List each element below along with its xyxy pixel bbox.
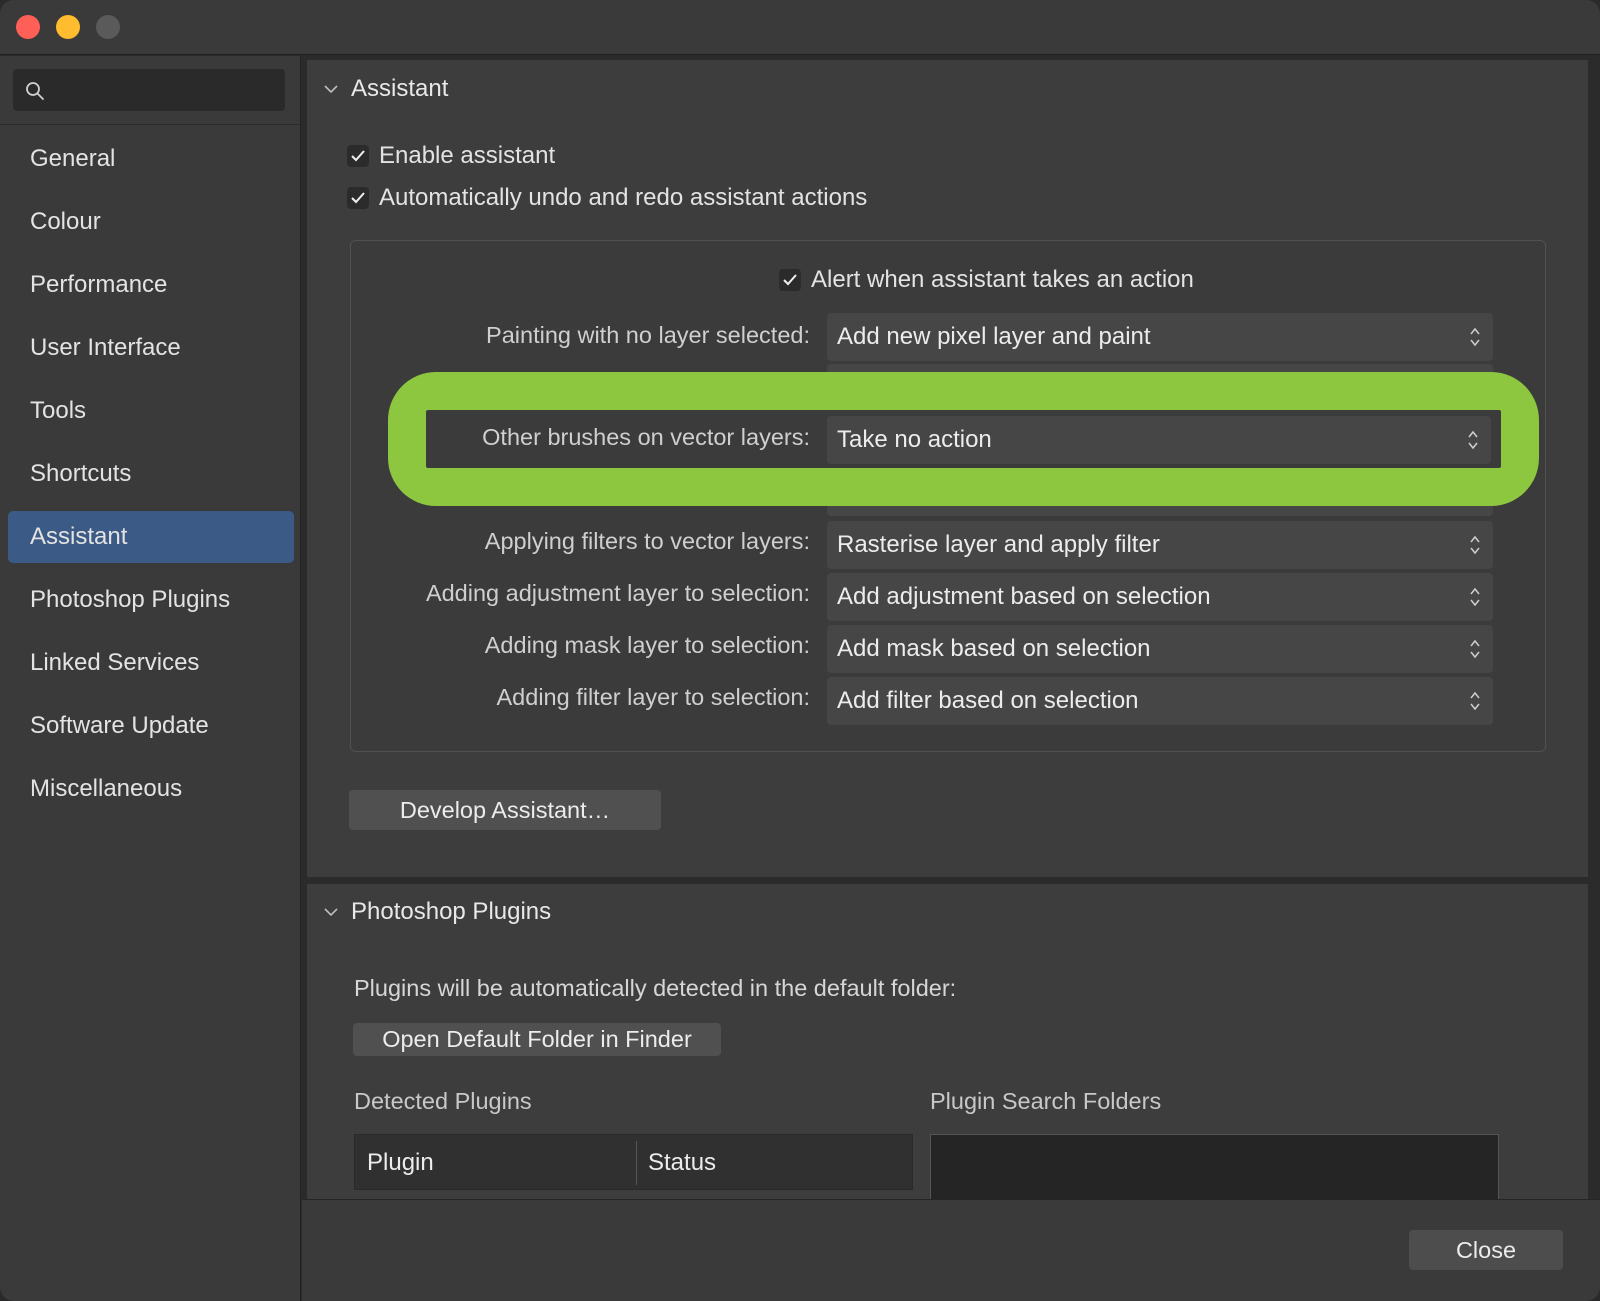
checkbox-label: Automatically undo and redo assistant ac… (379, 184, 868, 211)
column-divider (636, 1141, 637, 1185)
row-label: Adding filter layer to selection: (496, 684, 811, 710)
dropdown-value: Add filter based on selection (837, 687, 1139, 714)
row-label: Applying filters to vector layers: (484, 528, 810, 554)
row-label: Painting with no layer selected: (486, 322, 810, 348)
row-painting-no-layer: Painting with no layer selected: (0, 320, 810, 360)
updown-arrows-icon (1470, 639, 1480, 659)
other-brushes-dropdown[interactable]: Take no action (827, 416, 1491, 464)
open-default-folder-button[interactable]: Open Default Folder in Finder (353, 1023, 721, 1056)
enable-assistant-checkbox[interactable] (347, 145, 369, 167)
chevron-down-icon (324, 85, 338, 94)
alert-action-checkbox[interactable] (779, 269, 801, 291)
row-filters-vector: Applying filters to vector layers: (0, 526, 810, 566)
updown-arrows-icon (1468, 430, 1478, 450)
plugins-section-header[interactable]: Photoshop Plugins (321, 898, 551, 926)
checkmark-icon (783, 274, 797, 286)
checkbox-label: Alert when assistant takes an action (811, 266, 1194, 293)
updown-arrows-icon (1470, 327, 1480, 347)
plugins-description: Plugins will be automatically detected i… (354, 975, 957, 1001)
dropdown-value: Add adjustment based on selection (837, 583, 1211, 610)
plugin-search-folders-label: Plugin Search Folders (930, 1088, 1162, 1114)
row-other-brushes: Other brushes on vector layers: (0, 422, 810, 462)
checkbox-label: Enable assistant (379, 142, 556, 169)
filter-selection-dropdown[interactable]: Add filter based on selection (827, 677, 1493, 725)
checkmark-icon (351, 192, 365, 204)
row-filter-selection: Adding filter layer to selection: (0, 682, 811, 722)
sidebar-item-general[interactable]: General (8, 133, 294, 185)
enable-assistant-row[interactable]: Enable assistant (347, 142, 555, 170)
sidebar: General Colour Performance User Interfac… (0, 56, 301, 1301)
auto-undo-redo-checkbox[interactable] (347, 187, 369, 209)
updown-arrows-icon (1470, 691, 1480, 711)
search-icon (26, 82, 44, 100)
alert-action-row[interactable]: Alert when assistant takes an action (779, 266, 1194, 294)
row-adjustment-selection: Adding adjustment layer to selection: (0, 578, 810, 618)
painting-no-layer-dropdown[interactable]: Add new pixel layer and paint (827, 313, 1493, 361)
chevron-down-icon (324, 908, 338, 917)
minimize-window-button[interactable] (56, 15, 80, 39)
sidebar-item-performance[interactable]: Performance (8, 259, 294, 311)
sidebar-item-miscellaneous[interactable]: Miscellaneous (8, 763, 294, 815)
dropdown-value: Rasterise layer and apply filter (837, 531, 1160, 558)
dropdown-value: Add new pixel layer and paint (837, 323, 1151, 350)
sidebar-item-colour[interactable]: Colour (8, 196, 294, 248)
section-title: Photoshop Plugins (351, 898, 552, 925)
assistant-section-header[interactable]: Assistant (321, 75, 448, 103)
preferences-window: General Colour Performance User Interfac… (0, 0, 1600, 1301)
search-field[interactable] (13, 69, 285, 111)
column-header-status[interactable]: Status (648, 1135, 716, 1191)
divider (0, 124, 300, 125)
row-label: Other brushes on vector layers: (482, 424, 810, 450)
search-input[interactable] (53, 75, 278, 105)
auto-undo-redo-row[interactable]: Automatically undo and redo assistant ac… (347, 184, 867, 212)
updown-arrows-icon (1470, 587, 1480, 607)
updown-arrows-icon (1470, 535, 1480, 555)
footer-bar: Close (302, 1199, 1600, 1301)
mask-selection-dropdown[interactable]: Add mask based on selection (827, 625, 1493, 673)
dropdown-value: Add mask based on selection (837, 635, 1151, 662)
plugin-search-folders-list[interactable] (930, 1134, 1499, 1200)
close-window-button[interactable] (16, 15, 40, 39)
dropdown-value: Take no action (837, 426, 992, 453)
detected-plugins-label: Detected Plugins (354, 1088, 532, 1114)
row-label: Adding adjustment layer to selection: (425, 580, 810, 606)
row-mask-selection: Adding mask layer to selection: (0, 630, 810, 670)
row-label: Adding mask layer to selection: (484, 632, 810, 658)
close-button[interactable]: Close (1409, 1230, 1563, 1270)
zoom-window-button[interactable] (96, 15, 120, 39)
checkmark-icon (351, 150, 365, 162)
title-bar (0, 0, 1600, 55)
column-header-plugin[interactable]: Plugin (367, 1135, 434, 1191)
develop-assistant-button[interactable]: Develop Assistant… (349, 790, 661, 830)
detected-plugins-table-header: Plugin Status (354, 1134, 913, 1190)
section-title: Assistant (351, 75, 449, 102)
adjustment-selection-dropdown[interactable]: Add adjustment based on selection (827, 573, 1493, 621)
filters-vector-dropdown[interactable]: Rasterise layer and apply filter (827, 521, 1493, 569)
